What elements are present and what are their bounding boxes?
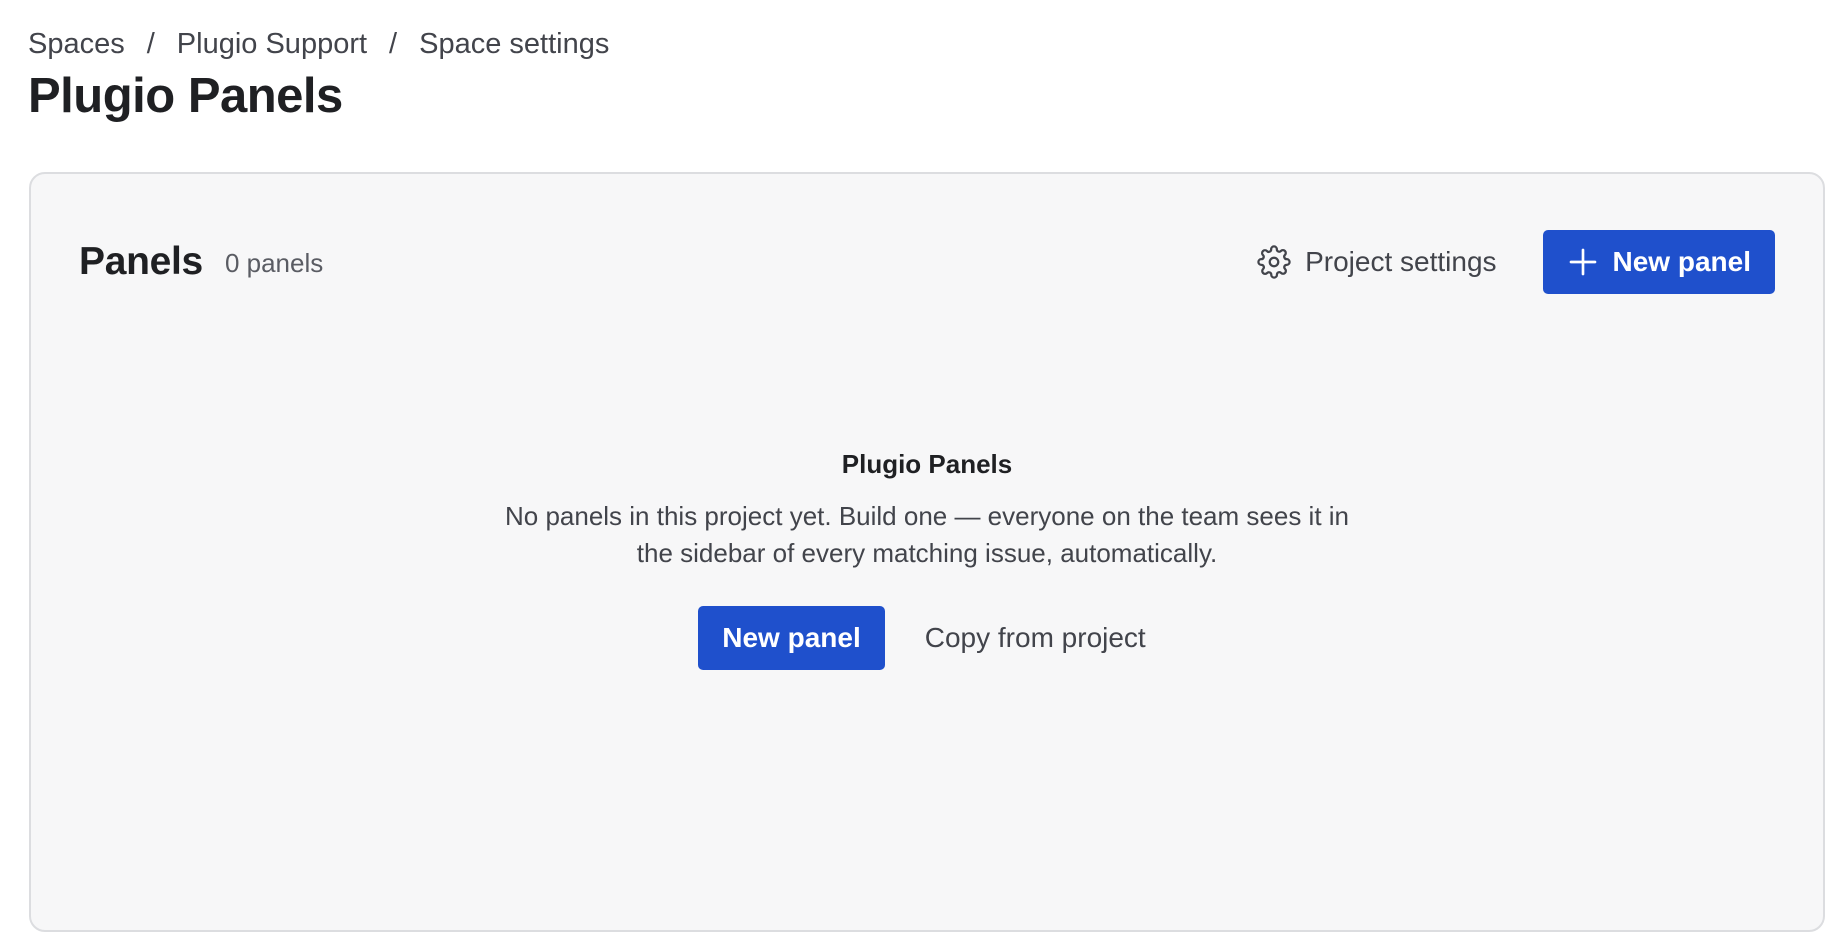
breadcrumb-plugio-support[interactable]: Plugio Support bbox=[177, 28, 367, 61]
panels-title: Panels bbox=[79, 240, 203, 283]
breadcrumb: Spaces / Plugio Support / Space settings bbox=[28, 24, 609, 64]
breadcrumb-separator: / bbox=[389, 27, 398, 60]
panels-card-header: Panels 0 panels Project settings New pan… bbox=[79, 230, 1775, 294]
breadcrumb-space-settings[interactable]: Space settings bbox=[419, 28, 609, 61]
panel-count: 0 panels bbox=[224, 247, 324, 278]
header-actions: Project settings New panel bbox=[1247, 230, 1775, 294]
empty-state-title: Plugio Panels bbox=[841, 449, 1013, 479]
project-settings-button[interactable]: Project settings bbox=[1247, 237, 1506, 287]
copy-from-project-button[interactable]: Copy from project bbox=[915, 614, 1156, 662]
empty-state-actions: New panel Copy from project bbox=[31, 606, 1823, 670]
header-new-panel-button[interactable]: New panel bbox=[1542, 230, 1775, 294]
plus-icon bbox=[1567, 246, 1599, 278]
empty-new-panel-button[interactable]: New panel bbox=[698, 606, 885, 670]
empty-state: Plugio Panels No panels in this project … bbox=[31, 446, 1823, 670]
empty-state-description: No panels in this project yet. Build one… bbox=[504, 501, 1350, 568]
header-new-panel-label: New panel bbox=[1612, 246, 1751, 277]
breadcrumb-spaces[interactable]: Spaces bbox=[28, 28, 125, 61]
panels-card: Panels 0 panels Project settings New pan… bbox=[29, 172, 1825, 932]
gear-icon bbox=[1257, 245, 1291, 279]
page-title: Plugio Panels bbox=[28, 69, 343, 123]
breadcrumb-separator: / bbox=[146, 27, 155, 60]
project-settings-label: Project settings bbox=[1305, 246, 1497, 277]
